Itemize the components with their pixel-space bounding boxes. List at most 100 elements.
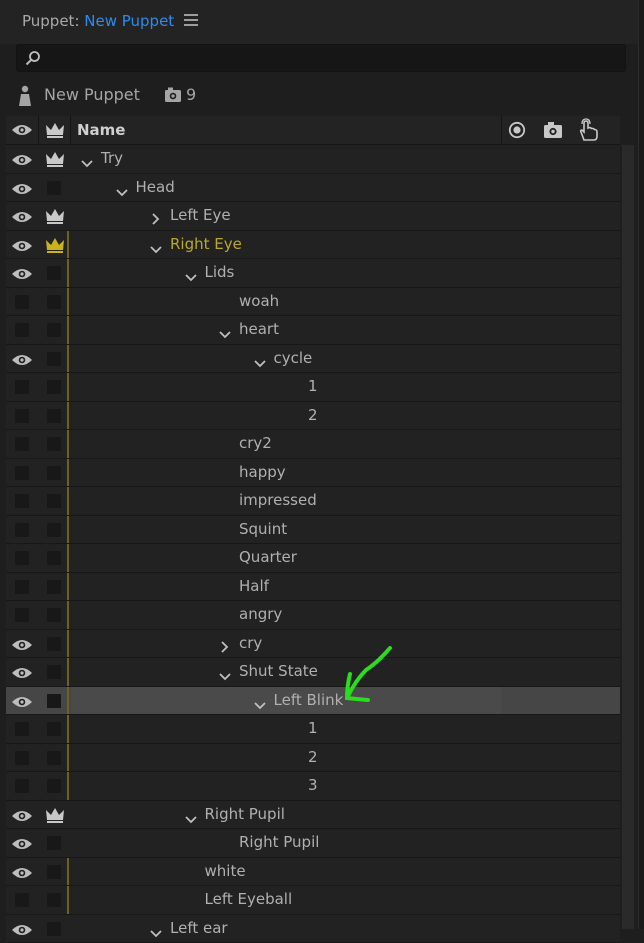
visibility-toggle[interactable] [6,202,38,230]
empty-toggle[interactable] [47,523,61,537]
crown-toggle[interactable] [39,174,70,202]
eye-icon[interactable] [11,353,33,367]
tree-row[interactable]: impressed [6,487,620,516]
panel-puppet-name[interactable]: New Puppet [84,12,174,30]
eye-icon[interactable] [11,923,33,937]
tree-row[interactable]: Shut State [6,658,620,687]
tree-row[interactable]: cry2 [6,430,620,459]
tree-row[interactable]: cry [6,630,620,659]
layer-name-cell[interactable]: Head [71,174,501,202]
layer-name-cell[interactable]: Left Blink [71,687,501,715]
layer-name-cell[interactable]: angry [71,601,501,629]
crown-toggle[interactable] [39,231,70,259]
tree-row[interactable]: Right Pupil [6,829,620,858]
tree-row[interactable]: heart [6,316,620,345]
layer-name-cell[interactable]: cry2 [71,430,501,458]
crown-toggle[interactable] [39,402,70,430]
touch-icon[interactable] [578,118,600,142]
empty-toggle[interactable] [47,466,61,480]
layer-name-cell[interactable]: Left Eye [71,202,501,230]
visibility-toggle[interactable] [6,459,38,487]
empty-toggle[interactable] [15,580,29,594]
chevron-down-icon[interactable] [185,816,197,824]
visibility-toggle[interactable] [6,288,38,316]
camera-icon[interactable] [543,121,563,139]
tree-row[interactable]: Quarter [6,544,620,573]
crown-toggle[interactable] [39,316,70,344]
header-crown-column[interactable] [39,116,70,144]
visibility-toggle[interactable] [6,630,38,658]
layer-name-cell[interactable]: Shut State [71,658,501,686]
chevron-right-icon[interactable] [221,641,229,653]
layer-name-cell[interactable]: Right Pupil [71,829,501,857]
tree-row[interactable]: cycle [6,345,620,374]
empty-toggle[interactable] [47,352,61,366]
empty-toggle[interactable] [47,437,61,451]
layer-name-cell[interactable]: Right Eye [71,231,501,259]
visibility-toggle[interactable] [6,573,38,601]
visibility-toggle[interactable] [6,687,38,715]
tree-row[interactable]: 3 [6,772,620,801]
eye-icon[interactable] [11,267,33,281]
empty-toggle[interactable] [15,551,29,565]
search-input[interactable] [47,48,621,68]
layer-name-cell[interactable]: 2 [71,402,501,430]
eye-icon[interactable] [11,666,33,680]
crown-icon[interactable] [45,807,65,823]
layer-name-cell[interactable]: woah [71,288,501,316]
visibility-toggle[interactable] [6,772,38,800]
tree-row[interactable]: woah [6,288,620,317]
layer-name-cell[interactable]: Left ear [71,915,501,943]
layer-name-cell[interactable]: Lids [71,259,501,287]
tree-row[interactable]: Left Eyeball [6,886,620,915]
empty-toggle[interactable] [47,380,61,394]
crown-toggle[interactable] [39,430,70,458]
visibility-toggle[interactable] [6,744,38,772]
visibility-toggle[interactable] [6,829,38,857]
visibility-toggle[interactable] [6,915,38,943]
empty-toggle[interactable] [15,779,29,793]
visibility-toggle[interactable] [6,658,38,686]
tree-row[interactable]: angry [6,601,620,630]
chevron-down-icon[interactable] [150,930,162,938]
empty-toggle[interactable] [15,380,29,394]
chevron-down-icon[interactable] [254,702,266,710]
tree-row[interactable]: 2 [6,402,620,431]
tree-row[interactable]: Left Blink [6,687,620,716]
layer-name-cell[interactable]: Squint [71,516,501,544]
empty-toggle[interactable] [47,836,61,850]
visibility-toggle[interactable] [6,373,38,401]
crown-toggle[interactable] [39,259,70,287]
empty-toggle[interactable] [47,409,61,423]
visibility-toggle[interactable] [6,259,38,287]
eye-icon[interactable] [11,809,33,823]
tree-row[interactable]: 2 [6,744,620,773]
visibility-toggle[interactable] [6,858,38,886]
crown-toggle[interactable] [39,288,70,316]
empty-toggle[interactable] [15,751,29,765]
visibility-toggle[interactable] [6,174,38,202]
crown-toggle[interactable] [39,516,70,544]
chevron-down-icon[interactable] [219,673,231,681]
crown-toggle[interactable] [39,829,70,857]
tree-row[interactable]: white [6,858,620,887]
crown-toggle[interactable] [39,687,70,715]
tree-row[interactable]: Right Eye [6,231,620,260]
visibility-toggle[interactable] [6,601,38,629]
crown-toggle[interactable] [39,744,70,772]
crown-icon[interactable] [45,208,65,224]
empty-toggle[interactable] [47,580,61,594]
empty-toggle[interactable] [15,466,29,480]
layer-name-cell[interactable]: 3 [71,772,501,800]
eye-icon[interactable] [11,837,33,851]
empty-toggle[interactable] [47,865,61,879]
empty-toggle[interactable] [15,409,29,423]
empty-toggle[interactable] [47,751,61,765]
layer-name-cell[interactable]: 1 [71,715,501,743]
chevron-right-icon[interactable] [152,213,160,225]
empty-toggle[interactable] [15,893,29,907]
tree-row[interactable]: happy [6,459,620,488]
crown-toggle[interactable] [39,915,70,943]
empty-toggle[interactable] [47,779,61,793]
empty-toggle[interactable] [47,665,61,679]
